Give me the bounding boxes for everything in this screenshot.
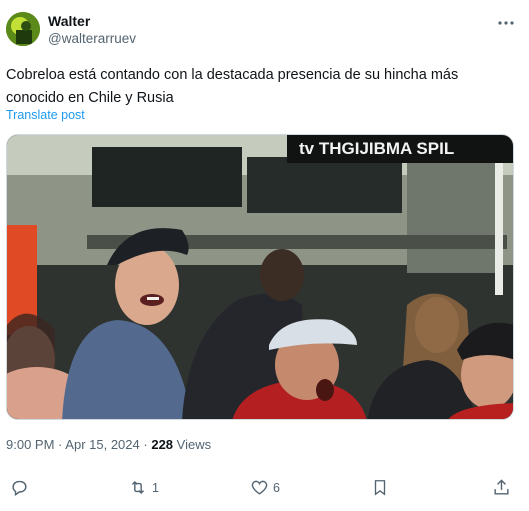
- repost-button[interactable]: 1: [128, 478, 159, 497]
- repost-icon: [131, 480, 145, 495]
- stadium-banner: tv THGIJIBMA SPIL: [299, 139, 454, 158]
- reply-icon: [12, 480, 27, 496]
- author-handle[interactable]: @walterarruev: [48, 31, 136, 46]
- meta-separator: ·: [58, 437, 63, 452]
- repost-count: 1: [152, 480, 159, 495]
- reply-button[interactable]: [10, 478, 33, 497]
- tweet-text: Cobreloa está contando con la destacada …: [6, 67, 459, 106]
- tweet: Walter @walterarruev Cobreloa está conta…: [0, 0, 529, 511]
- post-date[interactable]: Apr 15, 2024: [65, 437, 139, 452]
- like-count: 6: [273, 480, 280, 495]
- share-icon: [494, 479, 509, 495]
- translate-post-link[interactable]: Translate post: [6, 108, 85, 122]
- action-bar: 1 6: [0, 472, 529, 506]
- heart-icon: [251, 480, 268, 495]
- post-time[interactable]: 9:00 PM: [6, 437, 54, 452]
- views-count: 228: [151, 437, 174, 452]
- views-label: Views: [176, 437, 212, 452]
- share-button[interactable]: [492, 478, 511, 497]
- avatar[interactable]: [6, 12, 40, 46]
- like-button[interactable]: 6: [250, 478, 280, 497]
- more-horizontal-icon: [498, 21, 514, 25]
- bookmark-icon: [374, 480, 386, 496]
- more-options-button[interactable]: [495, 12, 517, 34]
- tweet-media-image[interactable]: tv THGIJIBMA SPIL: [6, 134, 514, 420]
- post-meta: 9:00 PM · Apr 15, 2024 · 228 Views: [6, 437, 211, 452]
- meta-separator-2: ·: [143, 437, 148, 452]
- author-name[interactable]: Walter: [48, 13, 90, 29]
- bookmark-button[interactable]: [371, 478, 389, 497]
